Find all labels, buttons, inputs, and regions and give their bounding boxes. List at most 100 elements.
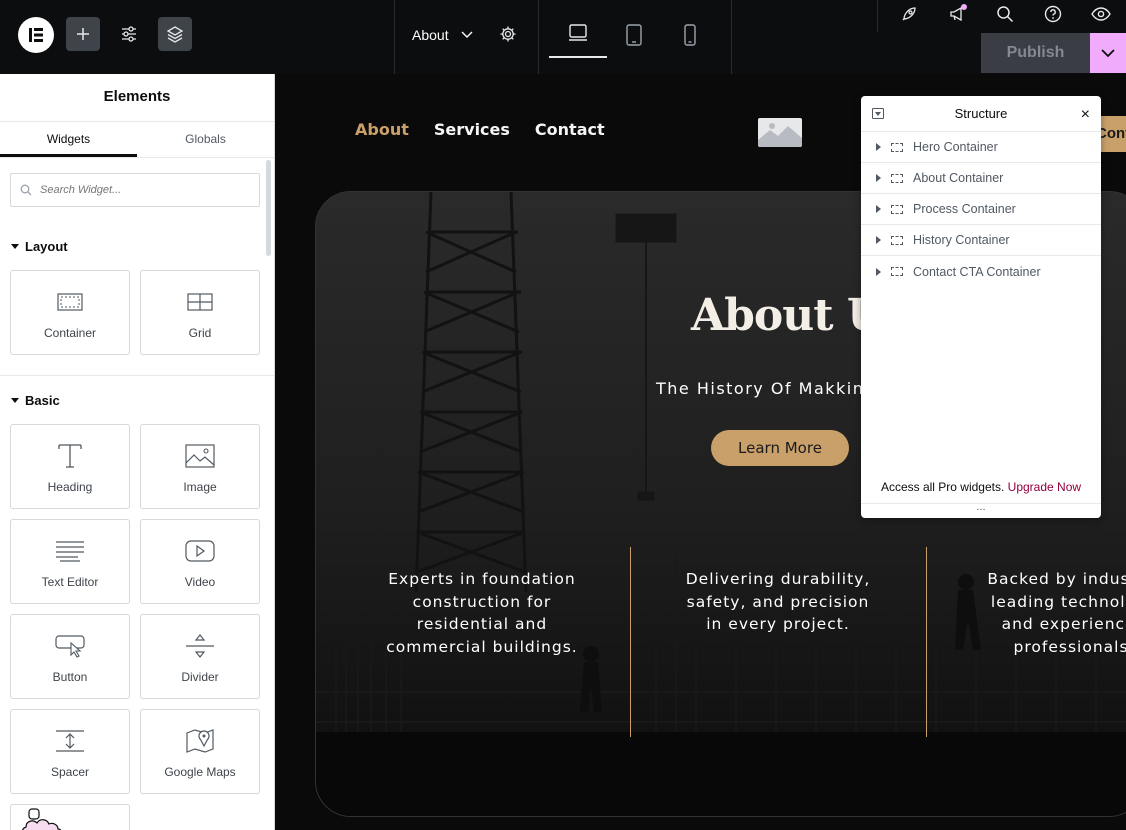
widget-button[interactable]: Button xyxy=(10,614,130,699)
widget-label: Video xyxy=(184,575,216,589)
site-nav-services[interactable]: Services xyxy=(434,120,510,139)
topbar-divider xyxy=(538,0,539,74)
topbar-divider xyxy=(731,0,732,74)
structure-button[interactable] xyxy=(158,17,192,51)
image-placeholder-icon xyxy=(758,123,802,147)
divider-icon xyxy=(185,632,215,660)
caret-right-icon[interactable] xyxy=(876,267,881,276)
layers-icon xyxy=(166,26,184,43)
widget-video[interactable]: Video xyxy=(140,519,260,604)
caret-right-icon[interactable] xyxy=(876,236,881,244)
widget-heading[interactable]: Heading xyxy=(10,424,130,509)
structure-item-label: Process Container xyxy=(913,202,1016,216)
learn-more-button[interactable]: Learn More xyxy=(711,430,849,466)
widget-label: Google Maps xyxy=(164,765,236,779)
widget-text-editor[interactable]: Text Editor xyxy=(10,519,130,604)
structure-item-label: About Container xyxy=(913,171,1004,185)
tablet-view-button[interactable] xyxy=(605,18,663,58)
search-widget-input[interactable] xyxy=(40,184,240,196)
text-editor-icon xyxy=(55,537,85,565)
search-widget-field[interactable] xyxy=(10,173,260,207)
structure-item[interactable]: Contact CTA Container xyxy=(861,256,1101,287)
widget-container[interactable]: Container xyxy=(10,270,130,355)
getting-started-button[interactable] xyxy=(892,0,926,31)
container-icon xyxy=(891,173,903,183)
megaphone-icon xyxy=(950,4,967,22)
site-logo-placeholder[interactable] xyxy=(758,118,802,147)
structure-item[interactable]: About Container xyxy=(861,163,1101,194)
widget-label: Text Editor xyxy=(41,575,99,589)
structure-item-label: History Container xyxy=(913,233,1010,247)
section-divider xyxy=(0,375,274,376)
sliders-icon xyxy=(122,26,136,42)
cloud-illustration-icon xyxy=(21,808,62,830)
widget-google-maps[interactable]: Google Maps xyxy=(140,709,260,794)
caret-right-icon[interactable] xyxy=(876,143,881,151)
tab-widgets[interactable]: Widgets xyxy=(0,122,137,157)
eye-icon xyxy=(1091,7,1111,21)
widget-pro-promo[interactable] xyxy=(10,804,130,830)
publish-button[interactable]: Publish xyxy=(981,33,1090,73)
container-icon xyxy=(891,235,903,245)
collapse-toggle-icon[interactable] xyxy=(872,108,884,119)
page-selector[interactable]: About xyxy=(412,24,473,46)
tab-globals[interactable]: Globals xyxy=(137,122,274,157)
widget-grid[interactable]: Grid xyxy=(140,270,260,355)
page-settings-button[interactable] xyxy=(491,17,525,51)
feature-divider xyxy=(630,547,631,737)
section-header-basic[interactable]: Basic xyxy=(11,393,60,408)
plus-icon xyxy=(77,28,89,40)
whats-new-button[interactable] xyxy=(941,0,975,31)
search-button[interactable] xyxy=(988,0,1022,31)
feature-divider xyxy=(926,547,927,737)
help-button[interactable] xyxy=(1036,0,1070,31)
structure-item[interactable]: History Container xyxy=(861,225,1101,256)
hero-subheading[interactable]: The History Of Makkina xyxy=(656,379,876,398)
upgrade-now-link[interactable]: Upgrade Now xyxy=(1008,480,1081,494)
widget-label: Heading xyxy=(47,480,93,494)
widget-spacer[interactable]: Spacer xyxy=(10,709,130,794)
container-icon xyxy=(891,142,903,152)
rocket-icon xyxy=(902,7,916,21)
panel-title: Elements xyxy=(0,74,274,122)
feature-text-3[interactable]: Backed by industry-leading technology an… xyxy=(974,568,1126,658)
chevron-down-icon xyxy=(461,31,473,38)
container-icon xyxy=(57,288,83,316)
structure-item[interactable]: Hero Container xyxy=(861,132,1101,163)
widget-label: Container xyxy=(43,326,97,340)
widget-label: Divider xyxy=(181,670,219,684)
container-icon xyxy=(891,267,903,276)
mobile-icon xyxy=(684,24,696,46)
widget-image[interactable]: Image xyxy=(140,424,260,509)
chevron-down-icon xyxy=(1101,48,1115,57)
mobile-view-button[interactable] xyxy=(661,18,719,58)
page-name: About xyxy=(412,27,449,43)
caret-right-icon[interactable] xyxy=(876,174,881,182)
preview-button[interactable] xyxy=(1084,0,1118,31)
elementor-logo[interactable] xyxy=(18,17,54,53)
google-maps-icon xyxy=(185,727,215,755)
site-nav-about[interactable]: About xyxy=(355,120,409,139)
site-nav-contact[interactable]: Contact xyxy=(535,120,605,139)
structure-resize-handle[interactable]: ... xyxy=(861,502,1101,518)
caret-right-icon[interactable] xyxy=(876,205,881,213)
structure-header[interactable]: Structure × xyxy=(861,96,1101,132)
container-icon xyxy=(891,204,903,214)
panel-scrollbar[interactable] xyxy=(266,160,271,256)
close-icon[interactable]: × xyxy=(1081,106,1090,124)
structure-item[interactable]: Process Container xyxy=(861,194,1101,225)
widget-label: Grid xyxy=(188,326,212,340)
search-icon xyxy=(997,6,1014,23)
spacer-icon xyxy=(55,727,85,755)
section-header-layout[interactable]: Layout xyxy=(11,239,68,254)
search-icon xyxy=(20,184,32,196)
publish-options-button[interactable] xyxy=(1090,33,1126,73)
section-title: Layout xyxy=(25,239,68,254)
feature-text-1[interactable]: Experts in foundation construction for r… xyxy=(382,568,582,658)
widget-divider[interactable]: Divider xyxy=(140,614,260,699)
desktop-view-button[interactable] xyxy=(549,18,607,58)
add-element-button[interactable] xyxy=(66,17,100,51)
widget-label: Spacer xyxy=(50,765,90,779)
feature-text-2[interactable]: Delivering durability, safety, and preci… xyxy=(678,568,878,636)
site-settings-button[interactable] xyxy=(112,17,146,51)
